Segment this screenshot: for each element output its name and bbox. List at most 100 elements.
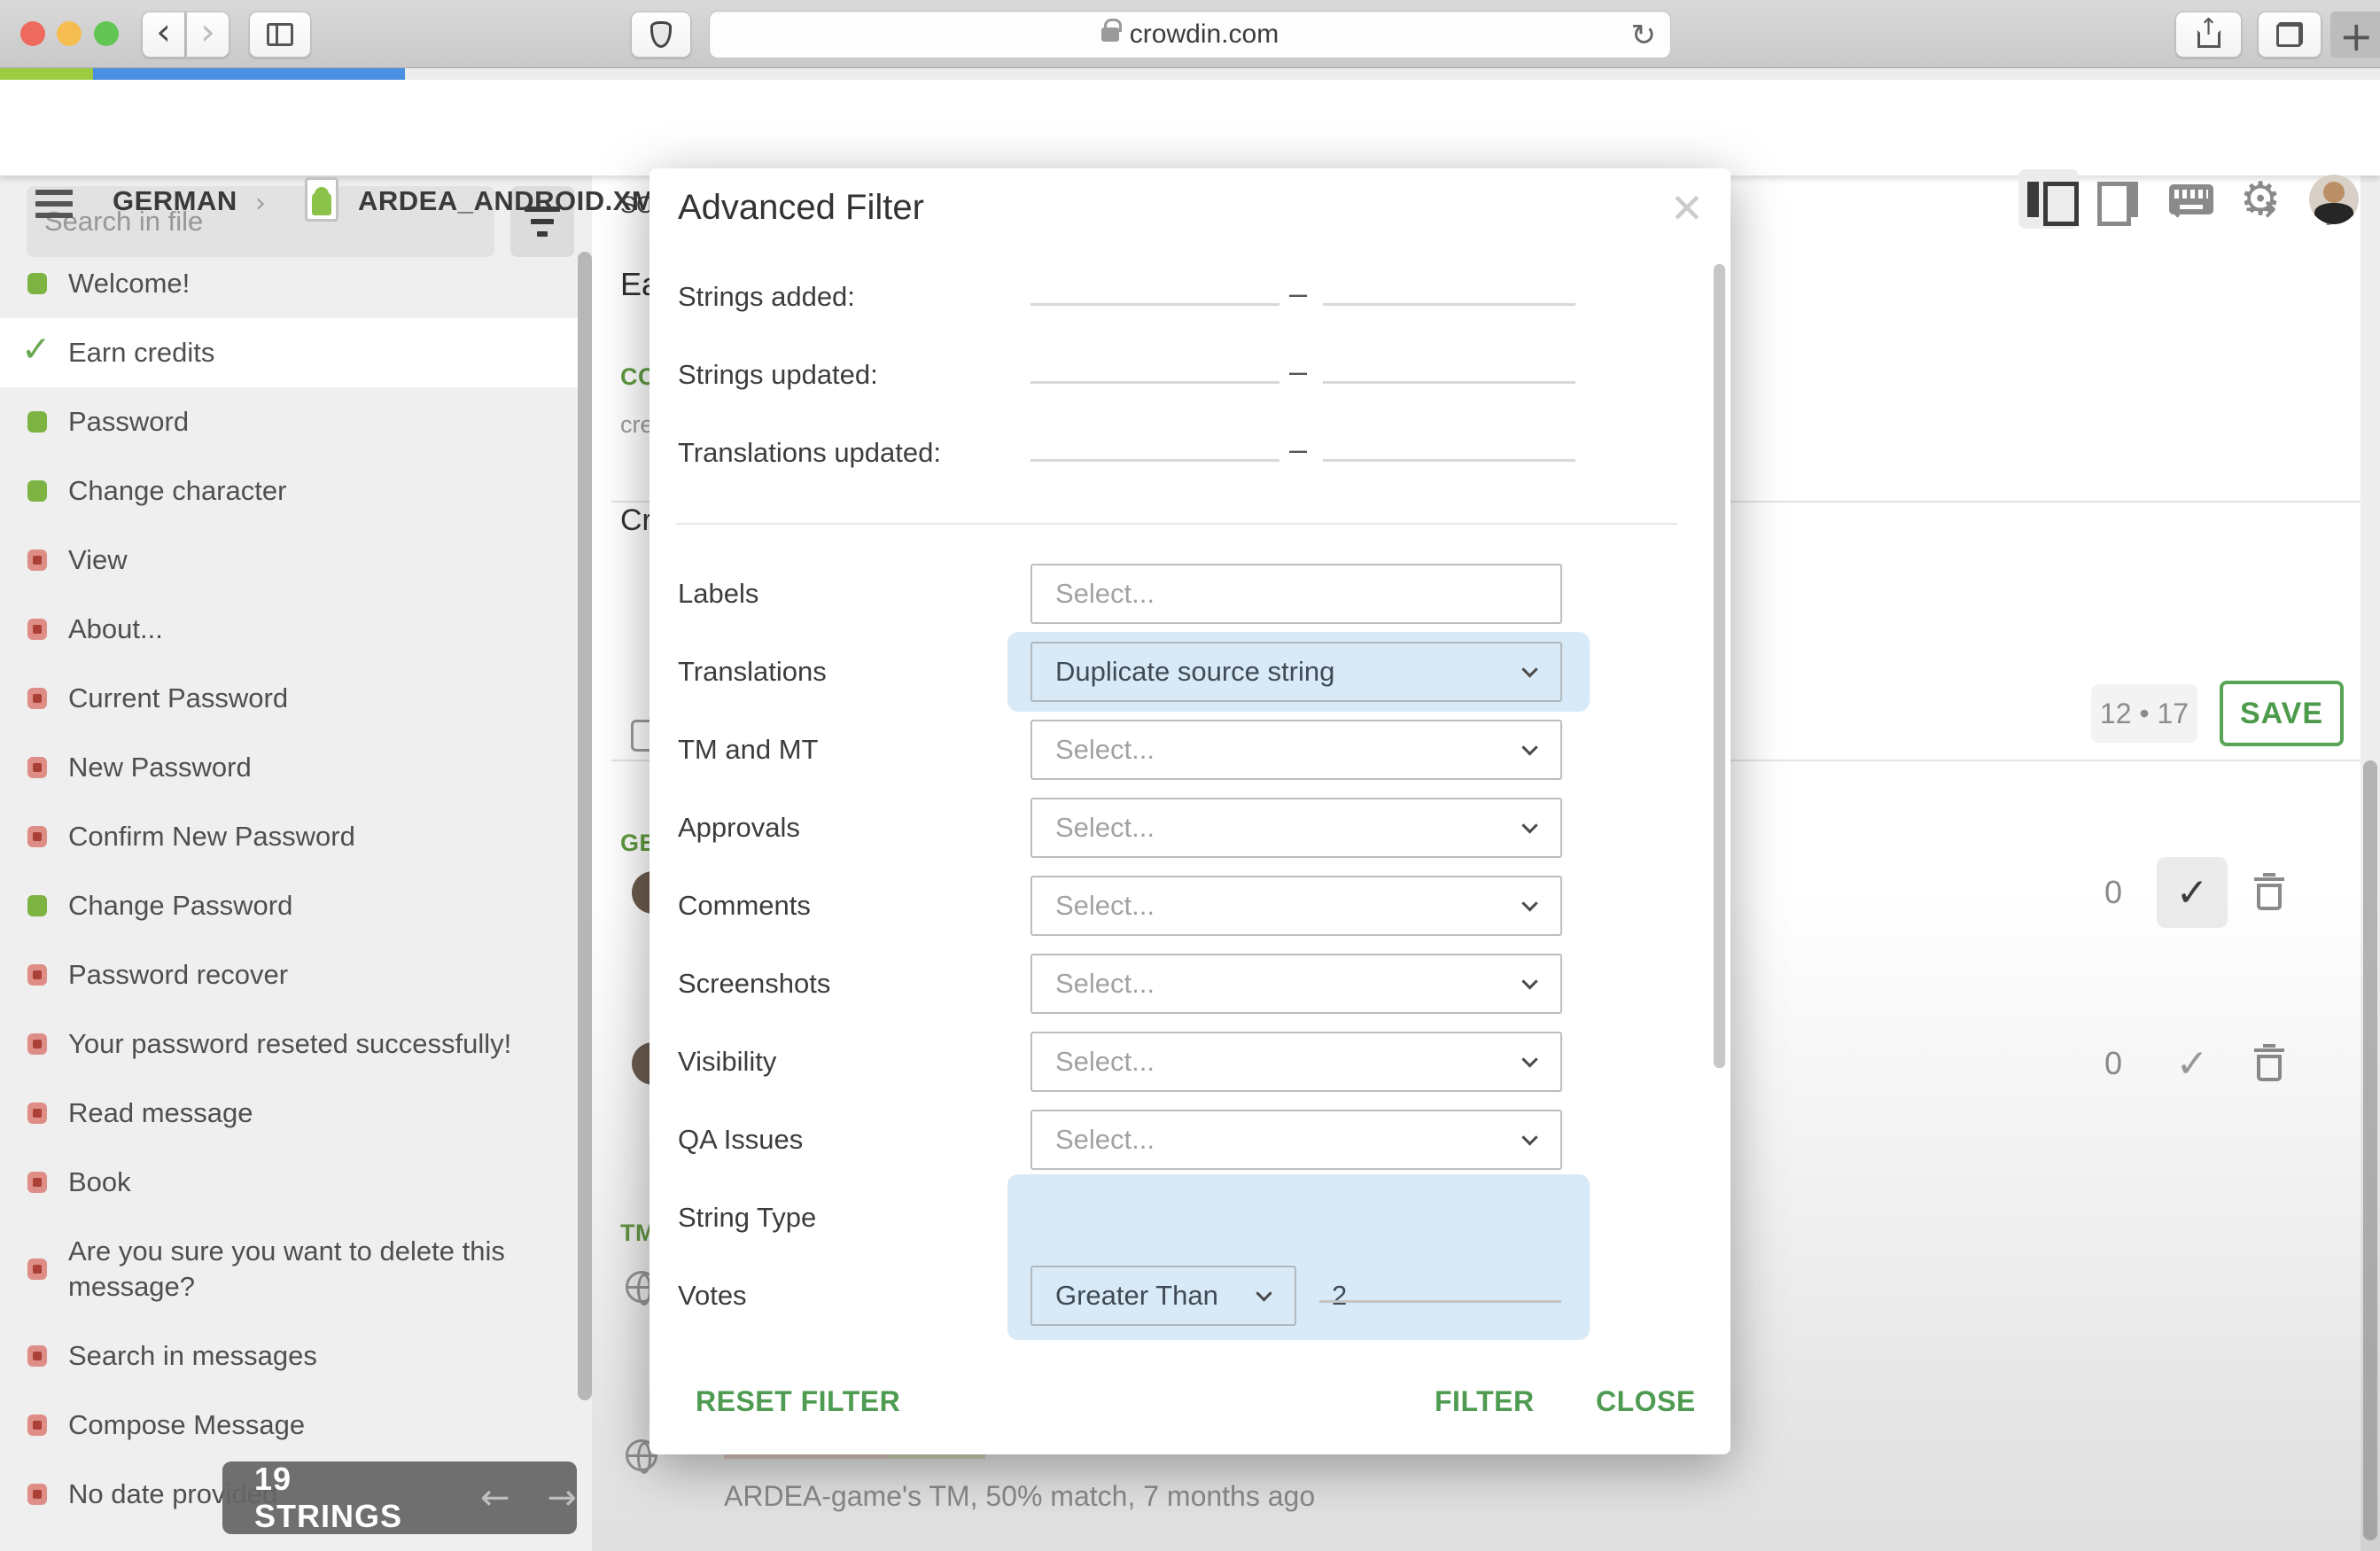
sidebar-item-label: Welcome!: [68, 266, 547, 301]
sidebar-item-label: Read message: [68, 1095, 547, 1131]
app-header: GERMAN › ARDEA_ANDROID.XML ⚙: [0, 80, 2380, 175]
sidebar-item[interactable]: Current Password: [0, 664, 580, 733]
new-tab-button[interactable]: +: [2339, 12, 2374, 60]
dialog-divider: [676, 523, 1677, 525]
filter-row-label: QA Issues: [678, 1124, 803, 1156]
file-name[interactable]: ARDEA_ANDROID.XML: [358, 185, 673, 217]
chevron-down-icon: [1521, 661, 1537, 677]
address-bar[interactable]: crowdin.com ↻: [709, 11, 1671, 58]
filter-row-label: Visibility: [678, 1046, 776, 1078]
untranslated-status-icon: [27, 1259, 47, 1280]
suggestion-actions-row: 0✓: [2098, 857, 2346, 928]
filter-dropdown[interactable]: Select...: [1031, 1110, 1562, 1170]
lock-icon: [1101, 27, 1119, 42]
dropdown-placeholder: Select...: [1055, 734, 1155, 766]
sidebar-item[interactable]: Change character: [0, 456, 580, 526]
browser-sidebar-toggle-button[interactable]: [249, 12, 311, 58]
filter-dropdown[interactable]: Select...: [1031, 720, 1562, 780]
maximize-window-button[interactable]: [94, 21, 119, 46]
filter-dropdown[interactable]: Select...: [1031, 954, 1562, 1014]
approve-suggestion-button[interactable]: ✓: [2157, 1028, 2228, 1099]
filter-dropdown[interactable]: Select...: [1031, 876, 1562, 936]
minimize-window-button[interactable]: [57, 21, 82, 46]
date-from-input[interactable]: [1031, 352, 1279, 384]
date-from-input[interactable]: [1031, 274, 1279, 306]
sidebar-item-label: About...: [68, 612, 547, 647]
sidebar-item[interactable]: Book: [0, 1148, 580, 1217]
sidebar-item[interactable]: About...: [0, 595, 580, 664]
date-to-input[interactable]: [1323, 352, 1575, 384]
reload-icon[interactable]: ↻: [1631, 18, 1657, 53]
sidebar-item[interactable]: Are you sure you want to delete this mes…: [0, 1217, 580, 1321]
sidebar-item[interactable]: Change Password: [0, 871, 580, 940]
approve-suggestion-button[interactable]: ✓: [2157, 857, 2228, 928]
range-dash: –: [1289, 431, 1307, 468]
date-to-input[interactable]: [1323, 430, 1575, 462]
sidebar-toggle-icon: [267, 23, 293, 46]
filter-dropdown[interactable]: Select...: [1031, 798, 1562, 858]
sidebar-scrollbar[interactable]: [578, 252, 592, 1400]
votes-value-input[interactable]: [1319, 1271, 1561, 1303]
browser-back-button[interactable]: ‹: [142, 12, 185, 58]
user-avatar[interactable]: [2309, 175, 2359, 224]
menu-button[interactable]: [35, 190, 73, 218]
dialog-scrollbar[interactable]: [1714, 264, 1725, 1068]
labels-select-input[interactable]: Select...: [1031, 564, 1562, 624]
left-panel-layout-icon: [2027, 182, 2070, 217]
prev-string-button[interactable]: ←: [480, 1477, 510, 1518]
sidebar-item[interactable]: Password recover: [0, 940, 580, 1009]
filter-row-label: Comments: [678, 890, 811, 922]
filter-row-label: Labels: [678, 578, 758, 610]
back-icon: ‹: [156, 10, 171, 53]
approved-check-icon: ✓: [21, 329, 51, 370]
filter-dropdown[interactable]: Duplicate source string: [1031, 642, 1562, 702]
range-dash: –: [1289, 353, 1307, 390]
close-button[interactable]: CLOSE: [1596, 1385, 1696, 1418]
filter-dropdown[interactable]: Select...: [1031, 1032, 1562, 1092]
window-scrollbar[interactable]: [2361, 175, 2380, 1551]
date-to-input[interactable]: [1323, 274, 1575, 306]
date-from-input[interactable]: [1031, 430, 1279, 462]
untranslated-status-icon: [27, 757, 47, 778]
close-icon[interactable]: ✕: [1669, 184, 1704, 232]
apply-filter-button[interactable]: FILTER: [1435, 1385, 1535, 1418]
sidebar-item[interactable]: ✓Earn credits: [0, 318, 580, 387]
sidebar-item[interactable]: Your password reseted successfully!: [0, 1009, 580, 1079]
filter-row-label: Strings updated:: [678, 359, 878, 391]
side-by-side-mode-button[interactable]: [2018, 169, 2079, 229]
sidebar-item[interactable]: Welcome!: [0, 249, 580, 318]
share-button[interactable]: ↑: [2175, 12, 2242, 58]
reset-filter-button[interactable]: RESET FILTER: [696, 1385, 900, 1418]
sidebar-item[interactable]: Compose Message: [0, 1391, 580, 1460]
untranslated-status-icon: [27, 1484, 47, 1505]
sidebar-item-label: Your password reseted successfully!: [68, 1026, 547, 1062]
sidebar-item[interactable]: Password: [0, 387, 580, 456]
tab-overview-button[interactable]: [2258, 12, 2322, 58]
next-string-button[interactable]: →: [547, 1477, 577, 1518]
breadcrumb-project[interactable]: GERMAN: [113, 185, 237, 217]
privacy-shield-button[interactable]: [631, 12, 691, 58]
sidebar-item[interactable]: New Password: [0, 733, 580, 802]
vote-count: 0: [2098, 1045, 2128, 1082]
delete-suggestion-button[interactable]: [2254, 1044, 2284, 1083]
settings-button[interactable]: ⚙: [2235, 169, 2286, 229]
sidebar-item-label: Compose Message: [68, 1407, 547, 1443]
keyboard-shortcuts-button[interactable]: [2166, 169, 2217, 229]
votes-operator-dropdown[interactable]: Greater Than: [1031, 1266, 1296, 1326]
untranslated-status-icon: [27, 688, 47, 709]
sidebar-item[interactable]: Search in messages: [0, 1321, 580, 1391]
sidebar-item[interactable]: Confirm New Password: [0, 802, 580, 871]
dialog-title: Advanced Filter: [678, 188, 924, 228]
filter-row-label: String Type: [678, 1202, 816, 1234]
browser-forward-button[interactable]: ›: [186, 12, 229, 58]
comfortable-mode-button[interactable]: [2091, 169, 2144, 229]
untranslated-status-icon: [27, 1345, 47, 1367]
android-file-icon: [305, 177, 338, 222]
delete-suggestion-button[interactable]: [2254, 873, 2284, 912]
save-button[interactable]: SAVE: [2220, 681, 2344, 746]
close-window-button[interactable]: [20, 21, 45, 46]
sidebar-item[interactable]: Read message: [0, 1079, 580, 1148]
sidebar-item[interactable]: View: [0, 526, 580, 595]
strings-count-overlay: 19 STRINGS ← →: [222, 1461, 577, 1534]
sidebar-item-label: Change Password: [68, 888, 547, 924]
